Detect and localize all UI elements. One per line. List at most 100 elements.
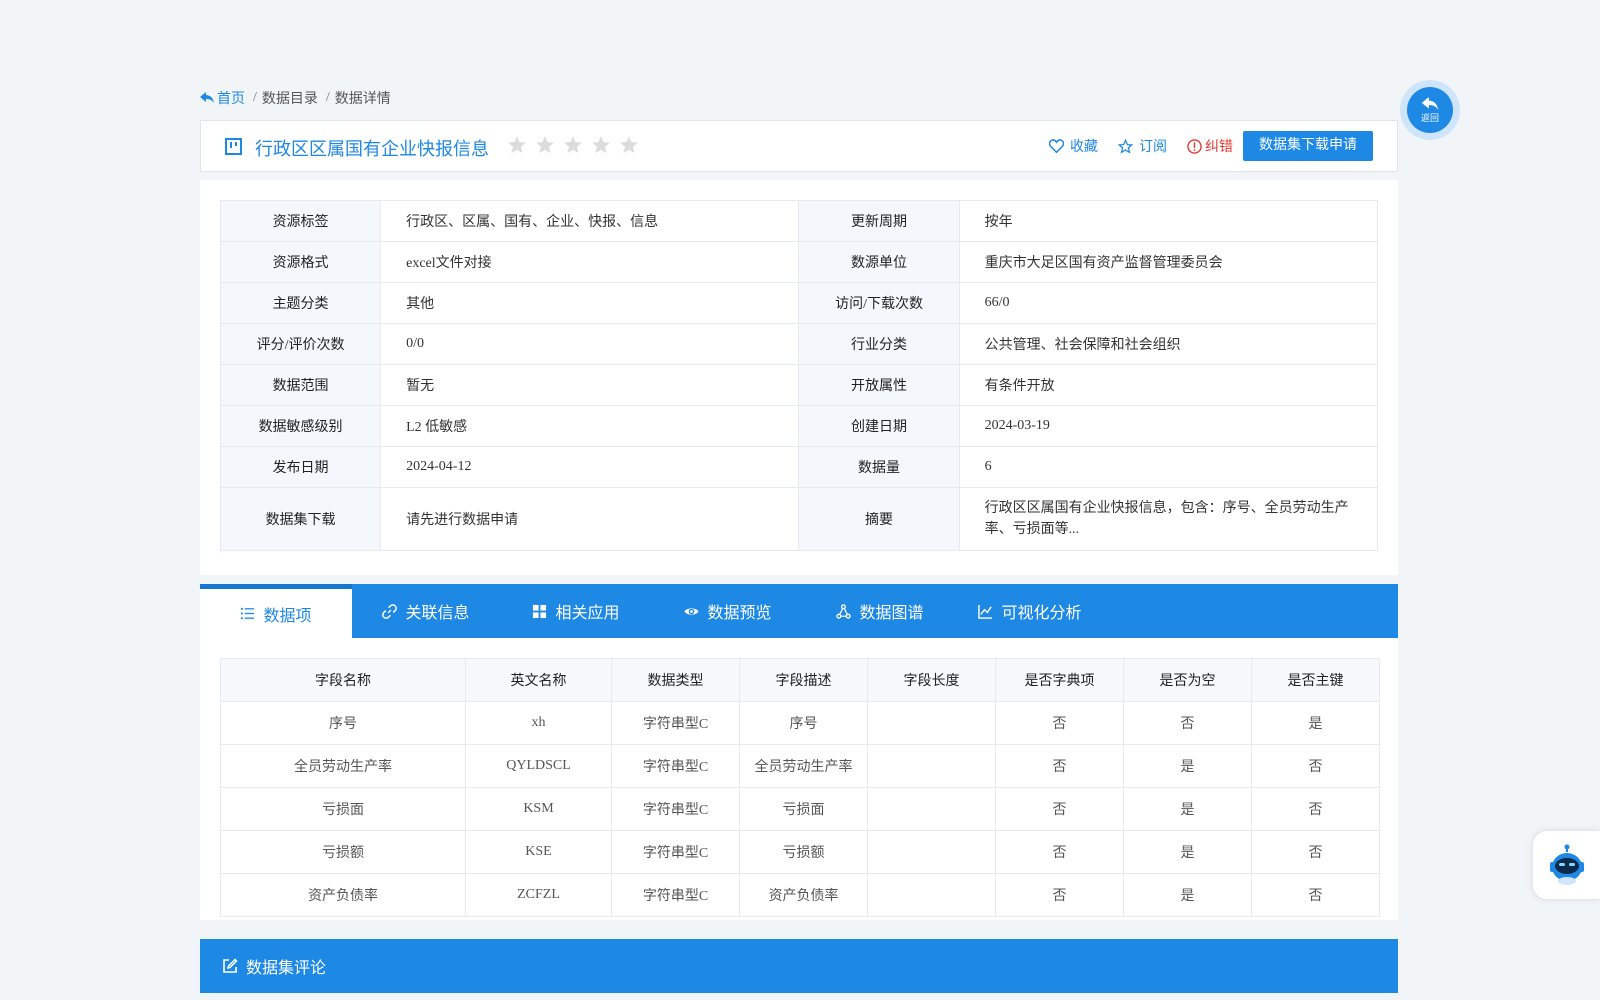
dataset-info-card: 资源标签 行政区、区属、国有、企业、快报、信息 更新周期 按年 资源格式 excel文件对… xyxy=(200,180,1398,575)
info-label: 主题分类 xyxy=(219,282,382,324)
table-cell: 亏损面 xyxy=(739,787,868,831)
table-cell: KSM xyxy=(465,787,612,831)
info-value: 行政区、区属、国有、企业、快报、信息 xyxy=(380,200,800,242)
tab-label: 数据图谱 xyxy=(859,605,924,622)
rating-star-icon[interactable] xyxy=(507,135,527,155)
rating-star-icon[interactable] xyxy=(591,135,611,155)
subscribe-button[interactable]: 订阅 xyxy=(1118,136,1167,156)
breadcrumb-separator: / xyxy=(325,90,330,105)
table-cell: 否 xyxy=(995,830,1124,874)
dataset-title: 行政区区属国有企业快报信息 xyxy=(255,139,489,159)
rating-star-icon[interactable] xyxy=(563,135,583,155)
reply-arrow-icon xyxy=(1421,96,1439,110)
table-cell: 是 xyxy=(1251,701,1380,745)
info-label: 数据敏感级别 xyxy=(219,405,382,447)
table-cell: 否 xyxy=(1251,787,1380,831)
fields-header-row: 字段名称 英文名称 数据类型 字段描述 字段长度 是否字典项 是否为空 是否主键 xyxy=(220,658,1380,702)
table-cell: 序号 xyxy=(739,701,868,745)
tab-related-info[interactable]: 关联信息 xyxy=(352,584,500,638)
download-apply-button[interactable]: 数据集下载申请 xyxy=(1243,131,1373,161)
info-label: 摘要 xyxy=(798,487,960,551)
comments-title: 数据集评论 xyxy=(246,960,327,977)
table-cell: 是 xyxy=(1123,744,1252,788)
robot-icon xyxy=(1549,844,1584,885)
star-outline-icon xyxy=(1118,138,1133,154)
tab-data-graph[interactable]: 数据图谱 xyxy=(804,584,956,638)
column-header: 字段长度 xyxy=(867,658,996,702)
info-row: 评分/评价次数 0/0 行业分类 公共管理、社会保障和社会组织 xyxy=(219,323,1379,365)
favorite-label: 收藏 xyxy=(1070,140,1098,155)
breadcrumb-home[interactable]: 首页 xyxy=(200,88,245,108)
info-row: 资源格式 excel文件对接 数源单位 重庆市大足区国有资产监督管理委员会 xyxy=(219,241,1379,283)
info-label: 行业分类 xyxy=(798,323,960,365)
data-items-table: 字段名称 英文名称 数据类型 字段描述 字段长度 是否字典项 是否为空 是否主键 序号 xh 字符串… xyxy=(220,658,1380,917)
table-cell: 否 xyxy=(1251,744,1380,788)
info-label: 数据集下载 xyxy=(219,487,382,551)
tab-related-apps[interactable]: 相关应用 xyxy=(500,584,652,638)
info-label: 访问/下载次数 xyxy=(798,282,960,324)
table-cell xyxy=(867,787,996,831)
subscribe-label: 订阅 xyxy=(1139,140,1167,155)
tab-label: 数据预览 xyxy=(707,605,772,622)
table-cell: 否 xyxy=(995,744,1124,788)
tab-label: 可视化分析 xyxy=(1001,605,1082,622)
table-cell: 资产负债率 xyxy=(220,873,466,917)
info-row: 主题分类 其他 访问/下载次数 66/0 xyxy=(219,282,1379,324)
column-header: 是否为空 xyxy=(1123,658,1252,702)
table-row: 全员劳动生产率 QYLDSCL 字符串型C 全员劳动生产率否是否 xyxy=(220,744,1380,788)
info-value: 请先进行数据申请 xyxy=(380,487,800,551)
tab-data-items[interactable]: 数据项 xyxy=(200,584,352,638)
column-header: 英文名称 xyxy=(465,658,612,702)
table-cell: 字符串型C xyxy=(611,873,740,917)
dataset-icon xyxy=(225,138,242,155)
info-row: 数据敏感级别 L2 低敏感 创建日期 2024-03-19 xyxy=(219,405,1379,447)
table-cell: 否 xyxy=(995,873,1124,917)
tab-visual-analysis[interactable]: 可视化分析 xyxy=(956,584,1104,638)
info-label: 创建日期 xyxy=(798,405,960,447)
data-items-panel: 字段名称 英文名称 数据类型 字段描述 字段长度 是否字典项 是否为空 是否主键 序号 xh 字符串… xyxy=(200,638,1398,920)
table-cell: 全员劳动生产率 xyxy=(220,744,466,788)
info-label: 评分/评价次数 xyxy=(219,323,382,365)
table-cell: 全员劳动生产率 xyxy=(739,744,868,788)
table-cell: ZCFZL xyxy=(465,873,612,917)
table-cell xyxy=(867,830,996,874)
tab-data-preview[interactable]: 数据预览 xyxy=(652,584,804,638)
assistant-robot-button[interactable] xyxy=(1533,831,1600,899)
back-button[interactable]: 返回 xyxy=(1400,80,1460,140)
table-cell xyxy=(867,701,996,745)
info-value: 按年 xyxy=(958,200,1379,242)
reply-arrow-icon xyxy=(200,92,214,103)
table-row: 亏损额 KSE 字符串型C 亏损额否是否 xyxy=(220,830,1380,874)
info-value: excel文件对接 xyxy=(380,241,800,283)
info-row: 发布日期 2024-04-12 数据量 6 xyxy=(219,446,1379,488)
column-header: 是否主键 xyxy=(1251,658,1380,702)
table-cell: 是 xyxy=(1123,830,1252,874)
info-label: 资源格式 xyxy=(219,241,382,283)
table-cell: 是 xyxy=(1123,787,1252,831)
info-row: 数据集下载 请先进行数据申请 摘要 行政区区属国有企业快报信息，包含：序号、全员劳动生… xyxy=(219,487,1379,551)
rating-star-icon[interactable] xyxy=(619,135,639,155)
info-value: 2024-04-12 xyxy=(380,446,800,488)
info-label: 资源标签 xyxy=(219,200,382,242)
table-cell: 亏损额 xyxy=(739,830,868,874)
favorite-button[interactable]: 收藏 xyxy=(1049,136,1098,156)
info-label: 数源单位 xyxy=(798,241,960,283)
info-value: 6 xyxy=(958,446,1379,488)
line-chart-icon xyxy=(978,604,993,619)
rating-stars[interactable] xyxy=(507,135,639,155)
report-error-button[interactable]: 纠错 xyxy=(1187,136,1233,156)
list-icon xyxy=(241,607,255,620)
table-cell: 资产负债率 xyxy=(739,873,868,917)
info-value: 66/0 xyxy=(958,282,1379,324)
info-value: 公共管理、社会保障和社会组织 xyxy=(958,323,1379,365)
table-row: 序号 xh 字符串型C 序号否否是 xyxy=(220,701,1380,745)
breadcrumb-catalog[interactable]: 数据目录 xyxy=(262,88,318,108)
table-cell: 亏损额 xyxy=(220,830,466,874)
info-row: 数据范围 暂无 开放属性 有条件开放 xyxy=(219,364,1379,406)
column-header: 字段描述 xyxy=(739,658,868,702)
title-actions: 收藏 订阅 纠错 数据集下载申请 xyxy=(1029,131,1373,161)
rating-star-icon[interactable] xyxy=(535,135,555,155)
back-label: 返回 xyxy=(1420,112,1439,123)
table-cell: 否 xyxy=(1251,873,1380,917)
breadcrumb-home-label: 首页 xyxy=(217,92,245,107)
